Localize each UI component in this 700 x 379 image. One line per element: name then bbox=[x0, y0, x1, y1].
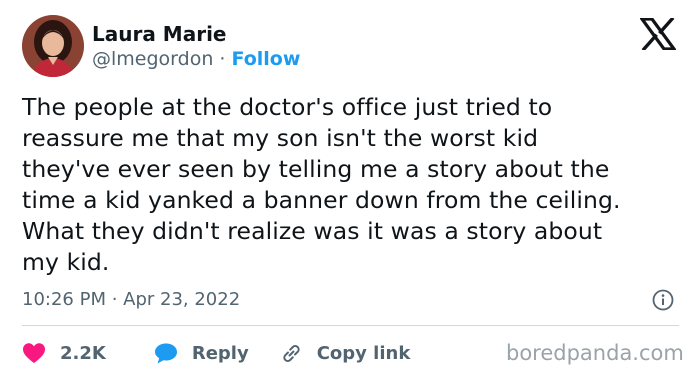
x-logo-icon[interactable] bbox=[638, 16, 678, 52]
tweet-text-line: What they didn't realize was it was a st… bbox=[22, 217, 603, 245]
reply-label: Reply bbox=[191, 342, 249, 364]
author-handle-row: @lmegordon · Follow bbox=[92, 48, 300, 70]
copy-link-label: Copy link bbox=[316, 342, 411, 364]
avatar[interactable] bbox=[22, 15, 84, 77]
watermark: boredpanda.com bbox=[506, 341, 684, 365]
reply-button[interactable]: Reply bbox=[154, 342, 249, 364]
author-name[interactable]: Laura Marie bbox=[92, 22, 226, 46]
tweet-text-line: reassure me that my son isn't the worst … bbox=[22, 124, 539, 152]
speech-bubble-icon bbox=[154, 342, 178, 364]
tweet-card: Laura Marie @lmegordon · Follow The peop… bbox=[0, 0, 700, 379]
heart-icon bbox=[22, 342, 46, 364]
tweet-text-line: my kid. bbox=[22, 248, 110, 276]
separator-dot: · bbox=[213, 48, 232, 70]
tweet-text: The people at the doctor's office just t… bbox=[22, 92, 682, 278]
like-count: 2.2K bbox=[60, 342, 106, 364]
timestamp[interactable]: 10:26 PM · Apr 23, 2022 bbox=[22, 289, 240, 310]
like-button[interactable]: 2.2K bbox=[22, 342, 106, 364]
copy-link-button[interactable]: Copy link bbox=[279, 342, 411, 364]
tweet-text-line: time a kid yanked a banner down from the… bbox=[22, 186, 621, 214]
author-handle[interactable]: @lmegordon bbox=[92, 48, 213, 70]
action-bar: 2.2K Reply Copy link bbox=[22, 338, 410, 368]
divider bbox=[22, 325, 679, 326]
tweet-text-line: The people at the doctor's office just t… bbox=[22, 93, 553, 121]
follow-button[interactable]: Follow bbox=[232, 48, 301, 70]
info-icon[interactable] bbox=[652, 289, 674, 311]
link-icon bbox=[279, 342, 303, 364]
tweet-text-line: they've ever seen by telling me a story … bbox=[22, 155, 610, 183]
